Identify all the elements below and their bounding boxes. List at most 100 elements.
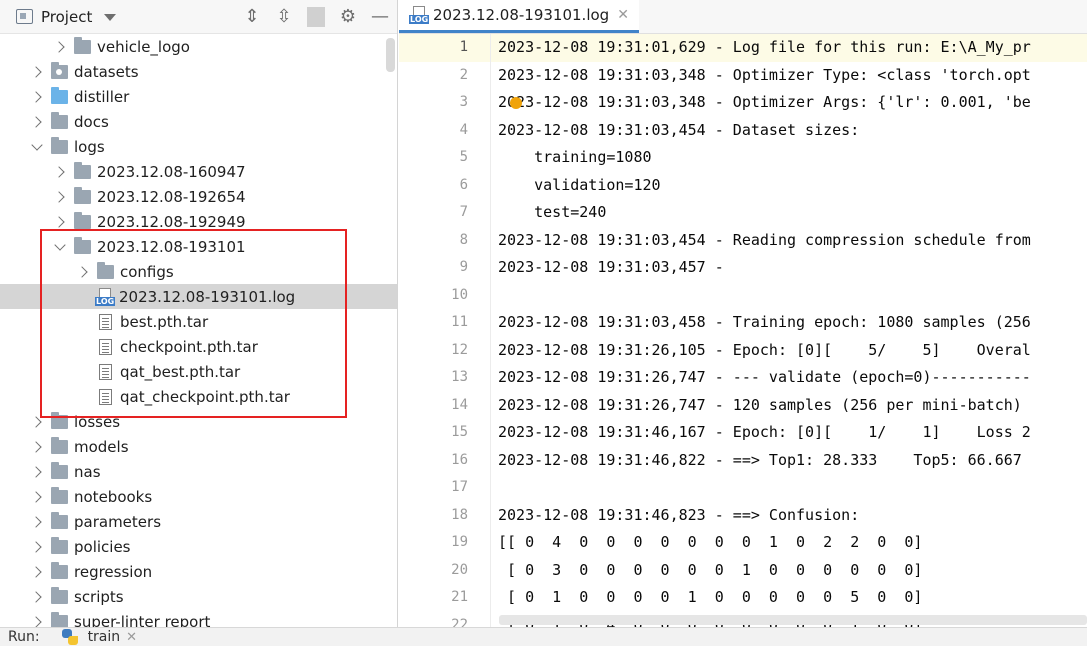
line-number[interactable]: 8 [399,227,490,255]
chevron-right-icon[interactable] [29,589,45,605]
line-number[interactable]: 12 [399,337,490,365]
code-line[interactable]: 2023-12-08 19:31:46,822 - ==> Top1: 28.3… [491,447,1087,475]
code-line[interactable]: [ 0 1 0 0 0 0 1 0 0 0 0 0 5 0 0] [491,584,1087,612]
code-line[interactable]: 2023-12-08 19:31:46,823 - ==> Confusion: [491,502,1087,530]
tree-item[interactable]: policies [0,534,397,559]
tree-scrollbar[interactable] [386,38,395,72]
code-line[interactable]: validation=120 [491,172,1087,200]
line-number[interactable]: 17 [399,474,490,502]
line-number[interactable]: 20 [399,557,490,585]
tree-item[interactable]: losses [0,409,397,434]
gear-icon[interactable]: ⚙ [339,6,357,27]
run-tab-train[interactable]: train [88,629,121,645]
close-icon[interactable]: ✕ [617,7,629,23]
chevron-right-icon[interactable] [52,214,68,230]
chevron-down-icon[interactable] [52,239,68,255]
tree-item[interactable]: checkpoint.pth.tar [0,334,397,359]
tree-item[interactable]: regression [0,559,397,584]
tree-item[interactable]: datasets [0,59,397,84]
tree-item[interactable]: docs [0,109,397,134]
chevron-right-icon[interactable] [29,89,45,105]
tree-item[interactable]: scripts [0,584,397,609]
close-icon[interactable]: ✕ [126,630,137,645]
chevron-right-icon[interactable] [52,164,68,180]
line-number[interactable]: 16 [399,447,490,475]
tree-item[interactable]: configs [0,259,397,284]
line-number[interactable]: 3 [399,89,490,117]
line-number[interactable]: 22 [399,612,490,628]
code-line[interactable]: 2023-12-08 19:31:03,348 - Optimizer Type… [491,62,1087,90]
chevron-right-icon[interactable] [29,489,45,505]
tree-item[interactable]: LOG 2023.12.08-193101.log [0,284,397,309]
tree-item[interactable]: 2023.12.08-193101 [0,234,397,259]
tree-item[interactable]: 2023.12.08-192654 [0,184,397,209]
code-line[interactable] [491,282,1087,310]
tree-item[interactable]: best.pth.tar [0,309,397,334]
collapse-all-icon[interactable]: ⇳ [275,6,293,27]
project-view-selector[interactable]: Project [41,8,92,26]
tree-item[interactable]: nas [0,459,397,484]
code-line[interactable]: 2023-12-08 19:31:03,454 - Dataset sizes: [491,117,1087,145]
code-line[interactable]: 2023-12-08 19:31:03,457 - [491,254,1087,282]
tree-item[interactable]: qat_best.pth.tar [0,359,397,384]
code-line[interactable]: 2023-12-08 19:31:03,454 - Reading compre… [491,227,1087,255]
tree-item[interactable]: vehicle_logo [0,34,397,59]
tree-item[interactable]: models [0,434,397,459]
horizontal-scrollbar[interactable] [499,615,1087,625]
code-line[interactable]: 2023-12-08 19:31:26,105 - Epoch: [0][ 5/… [491,337,1087,365]
tree-item[interactable]: notebooks [0,484,397,509]
tree-item[interactable]: parameters [0,509,397,534]
chevron-right-icon[interactable] [52,39,68,55]
minimize-icon[interactable]: — [371,6,389,27]
chevron-right-icon[interactable] [29,439,45,455]
code-line[interactable]: [[ 0 4 0 0 0 0 0 0 0 1 0 2 2 0 0] [491,529,1087,557]
chevron-right-icon[interactable] [29,414,45,430]
tab-log-file[interactable]: LOG 2023.12.08-193101.log ✕ [399,0,639,33]
code-line[interactable]: 2023-12-08 19:31:26,747 - 120 samples (2… [491,392,1087,420]
code-line[interactable]: 2023-12-08 19:31:03,348 - Optimizer Args… [491,89,1087,117]
chevron-right-icon[interactable] [29,614,45,628]
code-line[interactable]: 2023-12-08 19:31:46,167 - Epoch: [0][ 1/… [491,419,1087,447]
line-number[interactable]: 4 [399,117,490,145]
chevron-right-icon[interactable] [29,539,45,555]
line-number[interactable]: 1 [399,34,490,62]
code-line[interactable]: training=1080 [491,144,1087,172]
tree-item[interactable]: logs [0,134,397,159]
line-number[interactable]: 14 [399,392,490,420]
chevron-right-icon[interactable] [75,264,91,280]
chevron-right-icon[interactable] [29,114,45,130]
line-number[interactable]: 15 [399,419,490,447]
code-line[interactable]: [ 0 3 0 0 0 0 0 0 1 0 0 0 0 0 0] [491,557,1087,585]
code-line[interactable] [491,474,1087,502]
line-number[interactable]: 6 [399,172,490,200]
code-line[interactable]: 2023-12-08 19:31:26,747 - --- validate (… [491,364,1087,392]
line-number[interactable]: 9 [399,254,490,282]
chevron-down-icon[interactable] [29,139,45,155]
expand-all-icon[interactable]: ⇕ [243,6,261,27]
line-number[interactable]: 2 [399,62,490,90]
chevron-right-icon[interactable] [29,514,45,530]
tree-item[interactable]: distiller [0,84,397,109]
code-lines[interactable]: 2023-12-08 19:31:01,629 - Log file for t… [491,34,1087,627]
tree-item[interactable]: super-linter report [0,609,397,627]
line-number[interactable]: 7 [399,199,490,227]
line-number[interactable]: 11 [399,309,490,337]
line-number[interactable]: 5 [399,144,490,172]
chevron-down-icon[interactable] [104,14,117,21]
chevron-right-icon[interactable] [29,464,45,480]
tree-item[interactable]: 2023.12.08-160947 [0,159,397,184]
tree-item[interactable]: 2023.12.08-192949 [0,209,397,234]
line-number[interactable]: 19 [399,529,490,557]
code-area[interactable]: 1 2 3 4 5 6 7 8 9 10 11 12 13 14 15 16 17 18 19 20 21 22 2023… [399,34,1087,627]
code-line[interactable]: 2023-12-08 19:31:01,629 - Log file for t… [491,34,1087,62]
line-number[interactable]: 13 [399,364,490,392]
chevron-right-icon[interactable] [29,564,45,580]
code-line[interactable]: 2023-12-08 19:31:03,458 - Training epoch… [491,309,1087,337]
breakpoint-marker-icon[interactable] [510,97,522,109]
line-number[interactable]: 18 [399,502,490,530]
tree-item[interactable]: qat_checkpoint.pth.tar [0,384,397,409]
chevron-right-icon[interactable] [52,189,68,205]
line-number[interactable]: 21 [399,584,490,612]
chevron-right-icon[interactable] [29,64,45,80]
line-number[interactable]: 10 [399,282,490,310]
